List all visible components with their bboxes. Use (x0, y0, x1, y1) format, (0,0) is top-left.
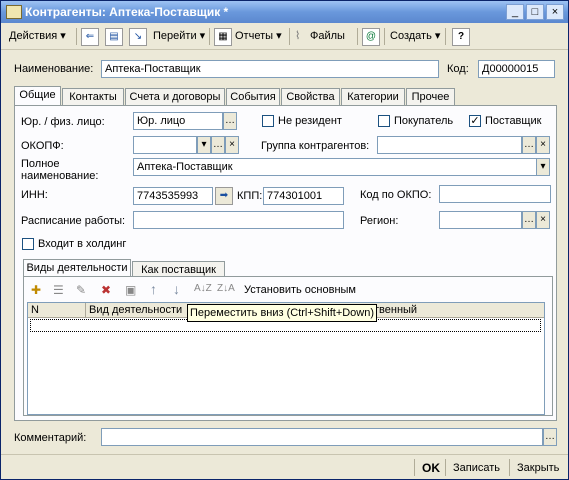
column-header-main[interactable]: твенный (374, 304, 417, 316)
form-window: Контрагенты: Аптека-Поставщик * _ □ × Де… (0, 0, 569, 480)
add-icon[interactable]: ✚ (31, 283, 41, 297)
tab-accounts[interactable]: Счета и договоры (125, 88, 225, 105)
comment-field[interactable] (101, 428, 543, 446)
supplier-label: Поставщик (485, 115, 542, 127)
schedule-field[interactable] (133, 211, 344, 229)
set-main-button[interactable]: Установить основным (244, 284, 356, 296)
toolbar-separator (76, 28, 77, 45)
document-icon[interactable]: ▤ (105, 28, 123, 46)
okopf-label: ОКОПФ: (21, 140, 64, 152)
code-input[interactable]: Д00000015 (478, 60, 555, 78)
paperclip-icon[interactable]: ⌇ (295, 27, 300, 45)
schedule-label: Расписание работы: (21, 215, 126, 227)
tab-events[interactable]: События (226, 88, 280, 105)
name-input[interactable]: Аптека-Поставщик (101, 60, 439, 78)
arrow-right-icon[interactable]: ➡ (215, 187, 233, 205)
footer-bar: OK Записать Закрыть (1, 454, 568, 480)
tab-other[interactable]: Прочее (406, 88, 455, 105)
close-button[interactable]: × (546, 4, 564, 20)
region-label: Регион: (360, 215, 399, 227)
title-bar[interactable]: Контрагенты: Аптека-Поставщик * _ □ × (1, 1, 568, 23)
toolbar-separator (289, 28, 290, 45)
ok-button[interactable]: OK (422, 461, 440, 475)
email-icon[interactable]: @ (362, 28, 380, 46)
footer-separator (509, 459, 510, 476)
chevron-down-icon[interactable]: ▾ (197, 136, 211, 154)
comment-label: Комментарий: (14, 432, 87, 444)
toolbar: Действия ▾ ⇐ ▤ ↘ Перейти ▾ ▦ Отчеты ▾ ⌇ … (1, 24, 568, 50)
copy-icon[interactable]: ☰ (53, 283, 64, 297)
fullname-label: Полное наименование: (21, 158, 99, 182)
select-button[interactable]: … (522, 211, 536, 229)
holding-checkbox[interactable] (22, 238, 34, 250)
group-field[interactable] (377, 136, 522, 154)
sort-asc-icon[interactable]: A↓Z (194, 283, 212, 294)
fullname-field[interactable]: Аптека-Поставщик (133, 158, 537, 176)
footer-separator (445, 459, 446, 476)
minimize-button[interactable]: _ (506, 4, 524, 20)
window-title: Контрагенты: Аптека-Поставщик * (25, 5, 229, 19)
clear-icon[interactable]: × (225, 136, 239, 154)
goto-icon[interactable]: ↘ (129, 28, 147, 46)
name-label: Наименование: (14, 63, 94, 75)
tab-properties[interactable]: Свойства (281, 88, 340, 105)
supplier-checkbox[interactable]: ✓ (469, 115, 481, 127)
toolbar-separator (445, 28, 446, 45)
legal-type-field[interactable]: Юр. лицо (133, 112, 223, 130)
actions-menu[interactable]: Действия ▾ (9, 27, 66, 45)
select-button[interactable]: … (543, 428, 557, 446)
catalog-icon (6, 5, 22, 19)
save-button[interactable]: Записать (453, 462, 500, 474)
footer-separator (414, 459, 415, 476)
select-button[interactable]: … (223, 112, 237, 130)
toolbar-separator (357, 28, 358, 45)
okopf-field[interactable] (133, 136, 197, 154)
create-menu[interactable]: Создать ▾ (390, 27, 440, 45)
toolbar-separator (209, 28, 210, 45)
select-button[interactable]: … (211, 136, 225, 154)
nonresident-label: Не резидент (278, 115, 342, 127)
clear-icon[interactable]: × (536, 211, 550, 229)
buyer-label: Покупатель (394, 115, 454, 127)
group-label: Группа контрагентов: (261, 140, 370, 152)
column-header-activity[interactable]: Вид деятельности (89, 304, 182, 316)
save-row-icon[interactable]: ▣ (125, 283, 136, 297)
buyer-checkbox[interactable] (378, 115, 390, 127)
region-field[interactable] (439, 211, 522, 229)
chevron-down-icon[interactable]: ▾ (536, 158, 550, 176)
select-button[interactable]: … (522, 136, 536, 154)
goto-menu[interactable]: Перейти ▾ (153, 27, 205, 45)
move-up-icon[interactable]: ↑ (150, 281, 157, 297)
help-icon[interactable]: ? (452, 28, 470, 46)
kpp-field[interactable]: 774301001 (263, 187, 344, 205)
reports-menu[interactable]: Отчеты ▾ (235, 27, 282, 45)
close-form-button[interactable]: Закрыть (517, 462, 559, 474)
maximize-button[interactable]: □ (526, 4, 544, 20)
nonresident-checkbox[interactable] (262, 115, 274, 127)
tab-categories[interactable]: Категории (341, 88, 405, 105)
inn-label: ИНН: (21, 189, 48, 201)
column-divider (85, 303, 86, 317)
column-header-n[interactable]: N (31, 304, 39, 316)
tab-contacts[interactable]: Контакты (62, 88, 124, 105)
toolbar-separator (384, 28, 385, 45)
report-icon[interactable]: ▦ (214, 28, 232, 46)
move-down-icon[interactable]: ↓ (173, 281, 180, 297)
kpp-label: КПП: (237, 190, 263, 202)
legal-type-label: Юр. / физ. лицо: (21, 116, 105, 128)
tooltip: Переместить вниз (Ctrl+Shift+Down) (187, 304, 378, 322)
okpo-field[interactable] (439, 185, 551, 203)
delete-icon[interactable]: ✖ (101, 283, 111, 297)
inn-field[interactable]: 7743535993 (133, 187, 213, 205)
code-label: Код: (447, 63, 469, 75)
tab-general[interactable]: Общие (14, 86, 61, 106)
holding-label: Входит в холдинг (38, 238, 127, 250)
files-button[interactable]: Файлы (310, 27, 345, 45)
clear-icon[interactable]: × (536, 136, 550, 154)
sort-desc-icon[interactable]: Z↓A (217, 283, 235, 294)
back-arrow-icon[interactable]: ⇐ (81, 28, 99, 46)
okpo-label: Код по ОКПО: (360, 189, 432, 201)
edit-icon[interactable]: ✎ (76, 283, 86, 297)
